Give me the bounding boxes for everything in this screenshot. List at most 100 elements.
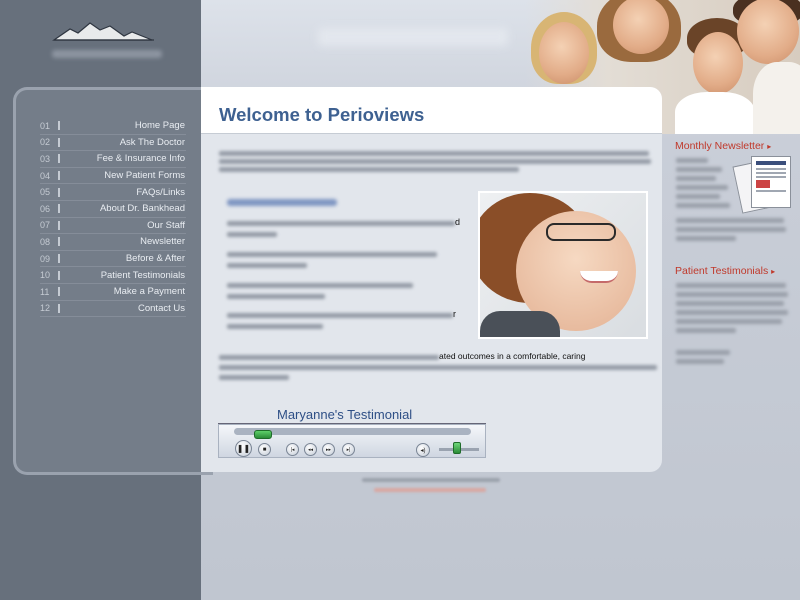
patient-testimonials-label: Patient Testimonials xyxy=(675,265,769,277)
testimonial-quote-blurred xyxy=(676,310,788,315)
nav-label: Make a Payment xyxy=(113,286,185,298)
nav-item-contact-us[interactable]: 12 Contact Us xyxy=(40,301,186,318)
photo-clothing xyxy=(480,311,560,337)
nav-number: 09 xyxy=(40,253,51,264)
nav-label: Our Staff xyxy=(147,219,185,231)
nav-divider xyxy=(58,137,60,147)
photo-face xyxy=(693,32,743,94)
partial-text: r xyxy=(453,309,456,319)
testimonial-author-blurred xyxy=(676,350,730,355)
nav-number: 12 xyxy=(40,303,51,314)
footer-link-blurred[interactable] xyxy=(374,488,486,492)
nav-label: About Dr. Bankhead xyxy=(99,203,185,215)
seek-thumb[interactable] xyxy=(254,430,272,439)
nav-item-ask-the-doctor[interactable]: 02 Ask The Doctor xyxy=(40,135,186,152)
list-text-blurred xyxy=(227,283,413,288)
nav-number: 06 xyxy=(40,203,51,214)
page-title: Welcome to Perioviews xyxy=(219,104,425,125)
main-navigation: 01 Home Page 02 Ask The Doctor 03 Fee & Ins… xyxy=(40,118,186,318)
intro-text-blurred xyxy=(219,167,519,172)
nav-item-make-payment[interactable]: 11 Make a Payment xyxy=(40,284,186,301)
nav-divider xyxy=(58,204,60,214)
testimonial-quote-blurred xyxy=(676,328,736,333)
nav-item-our-staff[interactable]: 07 Our Staff xyxy=(40,218,186,235)
nav-item-before-after[interactable]: 09 Before & After xyxy=(40,251,186,268)
nav-item-newsletter[interactable]: 08 Newsletter xyxy=(40,234,186,251)
nav-item-fee-insurance[interactable]: 03 Fee & Insurance Info xyxy=(40,151,186,168)
newsletter-text-blurred xyxy=(676,158,708,163)
next-icon[interactable]: ▸| xyxy=(342,443,355,456)
nav-label: Contact Us xyxy=(138,302,185,314)
list-text-blurred xyxy=(227,232,277,237)
header-title-blurred xyxy=(318,28,508,46)
nav-label: Patient Testimonials xyxy=(100,269,185,281)
newsletter-text-blurred xyxy=(676,194,720,199)
nav-item-home[interactable]: 01 Home Page xyxy=(40,118,186,135)
testimonial-quote-blurred xyxy=(676,301,784,306)
nav-label: Newsletter xyxy=(140,236,185,248)
newsletter-line xyxy=(756,190,786,192)
newsletter-text-blurred xyxy=(676,236,736,241)
nav-item-faqs-links[interactable]: 05 FAQs/Links xyxy=(40,184,186,201)
nav-number: 11 xyxy=(40,286,50,297)
newsletter-text-blurred xyxy=(676,203,730,208)
nav-number: 01 xyxy=(40,120,51,131)
nav-divider xyxy=(58,303,60,313)
newsletter-text-blurred xyxy=(676,227,786,232)
newsletter-thumbnail[interactable] xyxy=(732,156,793,214)
newsletter-page-front xyxy=(751,156,791,208)
intro-text-blurred xyxy=(219,151,649,156)
list-text-blurred xyxy=(227,263,307,268)
volume-thumb[interactable] xyxy=(453,442,461,454)
nav-divider xyxy=(58,270,60,280)
mountain-logo-icon xyxy=(52,22,154,41)
list-text-blurred xyxy=(227,221,455,226)
closing-text-blurred xyxy=(219,375,289,380)
stop-icon[interactable]: ■ xyxy=(258,443,271,456)
smiling-woman-photo xyxy=(478,191,648,339)
newsletter-text-blurred xyxy=(676,176,716,181)
nav-number: 08 xyxy=(40,236,51,247)
list-text-blurred xyxy=(227,294,325,299)
closing-text-blurred xyxy=(219,365,657,370)
nav-divider xyxy=(58,171,60,181)
nav-divider xyxy=(58,121,60,131)
nav-number: 10 xyxy=(40,270,51,281)
nav-item-new-patient-forms[interactable]: 04 New Patient Forms xyxy=(40,168,186,185)
nav-item-about[interactable]: 06 About Dr. Bankhead xyxy=(40,201,186,218)
nav-number: 05 xyxy=(40,187,51,198)
nav-divider xyxy=(58,187,60,197)
photo-shirt xyxy=(753,62,800,134)
testimonial-quote-blurred xyxy=(676,283,786,288)
volume-icon[interactable]: ◂) xyxy=(416,443,430,457)
nav-divider xyxy=(58,254,60,264)
newsletter-line xyxy=(756,176,786,178)
nav-number: 02 xyxy=(40,137,51,148)
nav-label: Before & After xyxy=(125,253,185,265)
photo-smile xyxy=(580,271,618,283)
nav-number: 07 xyxy=(40,220,51,231)
nav-label: New Patient Forms xyxy=(104,170,185,182)
newsletter-masthead xyxy=(756,161,786,165)
fast-forward-icon[interactable]: ▸▸ xyxy=(322,443,335,456)
newsletter-text-blurred xyxy=(676,218,784,223)
pause-icon[interactable]: ❚❚ xyxy=(235,440,252,457)
specializations-heading-blurred xyxy=(227,199,337,206)
monthly-newsletter-link[interactable]: Monthly Newsletter ▸ xyxy=(675,140,771,152)
rewind-icon[interactable]: ◂◂ xyxy=(304,443,317,456)
logo-text-blurred xyxy=(52,50,162,58)
site-logo[interactable] xyxy=(52,20,162,68)
patient-testimonials-link[interactable]: Patient Testimonials ▸ xyxy=(675,265,775,277)
nav-label: Home Page xyxy=(134,120,185,132)
arrow-right-icon: ▸ xyxy=(771,267,776,276)
nav-item-patient-testimonials[interactable]: 10 Patient Testimonials xyxy=(40,267,186,284)
nav-divider xyxy=(58,154,60,164)
main-content: Welcome to Perioviews d r ated outcomes … xyxy=(201,87,662,472)
list-text-blurred xyxy=(227,252,437,257)
newsletter-text-blurred xyxy=(676,167,722,172)
seek-bar[interactable] xyxy=(234,428,471,439)
previous-icon[interactable]: |◂ xyxy=(286,443,299,456)
nav-label: FAQs/Links xyxy=(136,186,185,198)
newsletter-photo xyxy=(756,180,770,188)
monthly-newsletter-label: Monthly Newsletter xyxy=(675,140,765,152)
